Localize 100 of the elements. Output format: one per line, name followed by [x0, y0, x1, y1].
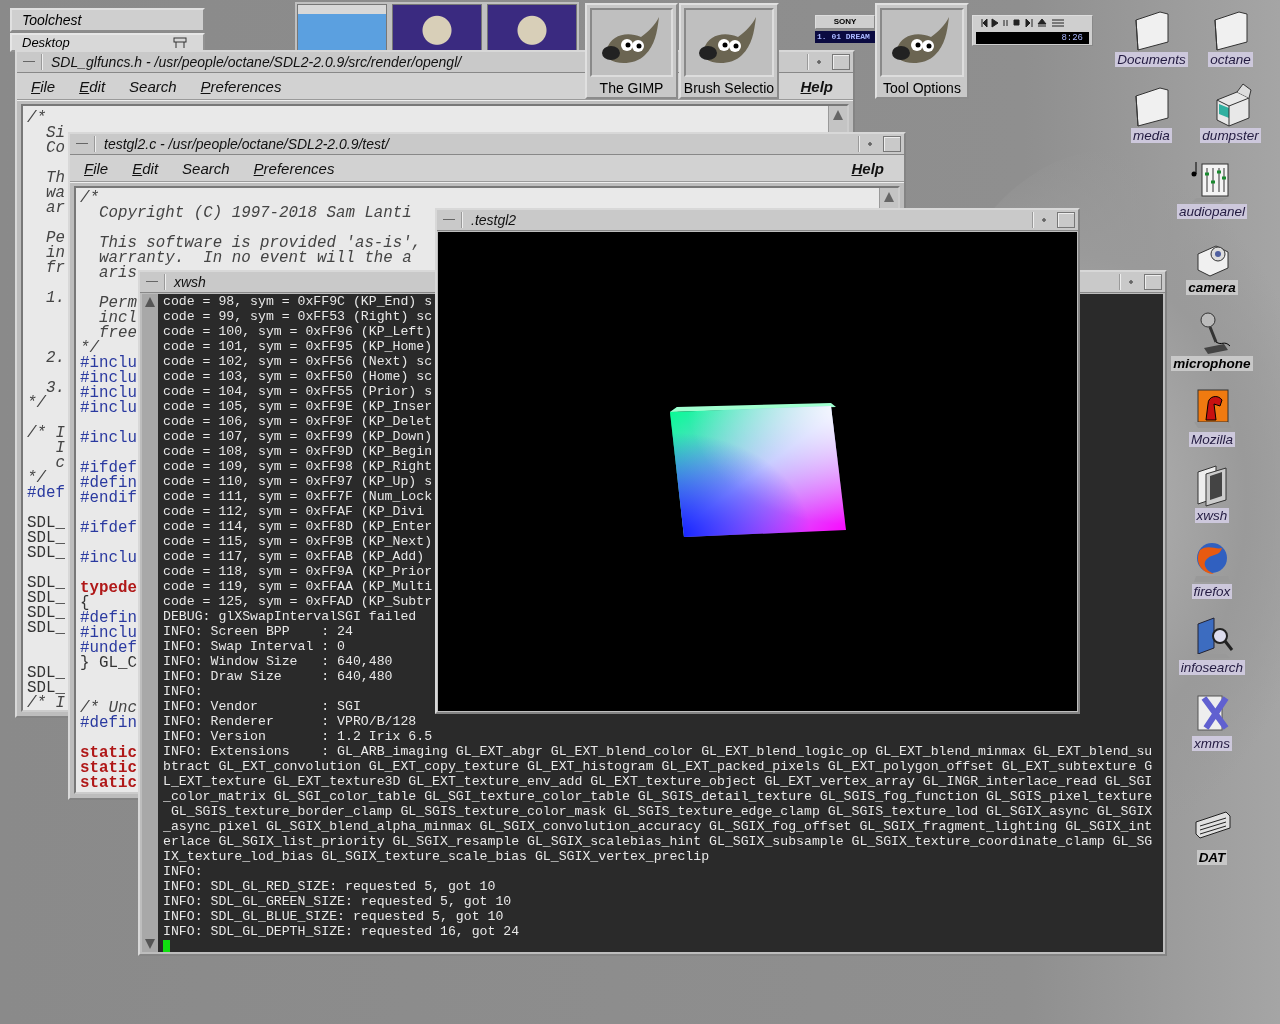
terminal-line: DEBUG: glXSwapIntervalSGI failed [163, 609, 417, 624]
code-line: #inclu [80, 371, 137, 386]
cd-player-brand: SONY [815, 15, 875, 29]
menu-item[interactable]: Preferences [253, 159, 335, 177]
code-line: This software is provided 'as-is', [97, 236, 422, 251]
terminal-line: INFO: Screen BPP : 24 [163, 624, 353, 639]
icon-label[interactable]: audiopanel [1176, 204, 1248, 219]
terminal-line: code = 100, sym = 0xFF96 (KP_Left) [163, 324, 433, 339]
code-line: #defin [80, 476, 137, 491]
window-title: .testgl2 [471, 212, 518, 228]
terminal-line: code = 110, sym = 0xFF97 (KP_Up) s [163, 474, 433, 489]
terminal-line: INFO: [163, 864, 203, 879]
terminal-line: INFO: SDL_GL_RED_SIZE: requested 5, got 10 [163, 879, 496, 894]
code-line: SDL_ [27, 576, 65, 591]
icon-label[interactable]: Documents [1115, 52, 1188, 67]
menu-item[interactable]: Edit [132, 159, 159, 177]
icon-label[interactable]: camera [1186, 280, 1238, 295]
menu-item[interactable]: File [31, 77, 56, 95]
terminal-line: INFO: SDL_GL_BLUE_SIZE: requested 5, got 10 [163, 909, 504, 924]
menu-item[interactable]: Preferences [200, 77, 282, 95]
terminal-line: IX_texture_lod_bias GL_SGIX_texture_scale_bias GL_SGIX_vertex_preclip [163, 849, 710, 864]
code-line: /* I [27, 426, 65, 441]
help-menu[interactable]: Help [800, 77, 833, 95]
code-line: in [44, 246, 65, 261]
icon-label[interactable]: dumpster [1200, 128, 1261, 143]
screen-thumbnail[interactable] [392, 4, 482, 52]
terminal-line: _async_pixel GL_SGIX_blend_alpha_minmax GL_SGIX_convolution_accuracy GL_SGIX_fog_offset GL_SGIX_fragment_lighting GL_SGIX_int [163, 819, 1153, 834]
maximize-button[interactable] [832, 54, 850, 70]
terminal-line: code = 106, sym = 0xFF9F (KP_Delet [163, 414, 433, 429]
maximize-button[interactable] [1057, 212, 1075, 228]
icon-label[interactable]: DAT [1196, 850, 1228, 865]
code-line: #defin [80, 716, 137, 731]
up-arrow-icon[interactable] [143, 296, 157, 308]
toolchest-menu-item[interactable]: Desktop [10, 33, 205, 52]
code-line: SDL_ [27, 591, 65, 606]
code-line: */ [27, 471, 46, 486]
maximize-button[interactable] [883, 136, 901, 152]
terminal-line: INFO: Renderer : VPRO/B/128 [163, 714, 417, 729]
code-line: SDL_ [27, 681, 65, 696]
terminal-line: code = 104, sym = 0xFF55 (Prior) s [163, 384, 433, 399]
terminal-line: INFO: Version : 1.2 Irix 6.5 [163, 729, 433, 744]
menu-item[interactable]: File [84, 159, 109, 177]
maximize-button[interactable] [1144, 274, 1162, 290]
window-title: SDL_glfuncs.h - /usr/people/octane/SDL2-2.0.9/src/render/opengl/ [51, 54, 464, 70]
code-line: #def [27, 486, 65, 501]
dialog-label: Tool Options [882, 80, 962, 97]
icon-label[interactable]: xwsh [1194, 508, 1230, 523]
screen-thumbnail[interactable] [487, 4, 577, 52]
screen-thumbnail[interactable] [297, 4, 387, 52]
terminal-line: code = 107, sym = 0xFF99 (KP_Down) [163, 429, 433, 444]
dialog-launcher[interactable]: The GIMP [585, 3, 678, 99]
icon-label[interactable]: infosearch [1178, 660, 1246, 675]
code-line: #ifdef [80, 521, 137, 536]
code-line: Pe [44, 231, 65, 246]
help-menu[interactable]: Help [851, 159, 884, 177]
icon-label[interactable]: xmms [1192, 736, 1232, 751]
icon-label[interactable]: octane [1208, 52, 1253, 67]
terminal-line: code = 114, sym = 0xFF8D (KP_Enter [163, 519, 433, 534]
up-arrow-icon[interactable] [831, 108, 845, 122]
terminal-line: code = 102, sym = 0xFF56 (Next) sc [163, 354, 433, 369]
code-line: ar [44, 201, 65, 216]
terminal-line: code = 103, sym = 0xFF50 (Home) sc [163, 369, 433, 384]
icon-label[interactable]: Mozilla [1189, 432, 1235, 447]
code-line: #ifdef [80, 461, 137, 476]
code-line: */ [80, 341, 99, 356]
code-line: warranty. In no event will the a [97, 251, 412, 266]
terminal-line: INFO: SDL_GL_DEPTH_SIZE: requested 16, got 24 [163, 924, 520, 939]
code-line: SDL_ [27, 621, 65, 636]
desk-icon [173, 36, 187, 49]
code-line: incl [97, 311, 137, 326]
code-line: } GL_C [80, 656, 137, 671]
code-line: /* I [27, 696, 65, 710]
down-arrow-icon[interactable] [143, 938, 157, 950]
menu-item[interactable]: Search [182, 159, 230, 177]
code-line: /* [80, 191, 99, 206]
icon-label[interactable]: firefox [1191, 584, 1233, 599]
terminal-line: INFO: [163, 684, 203, 699]
code-line: aris [97, 266, 137, 281]
icon-label[interactable]: microphone [1171, 356, 1253, 371]
code-line: */ [27, 396, 46, 411]
icon-label[interactable]: media [1131, 128, 1172, 143]
terminal-line: code = 109, sym = 0xFF98 (KP_Right [163, 459, 433, 474]
code-line: static [80, 761, 137, 776]
toolchest-title[interactable]: Toolchest [10, 8, 205, 32]
menu-item[interactable]: Edit [79, 77, 106, 95]
dialog-launcher[interactable]: Tool Options [875, 3, 969, 99]
code-line: #inclu [80, 551, 137, 566]
dialog-launcher[interactable]: Brush Selectio [679, 3, 779, 99]
code-line: typede [80, 581, 137, 596]
code-line: Si [44, 126, 65, 141]
terminal-line: code = 101, sym = 0xFF95 (KP_Home) [163, 339, 433, 354]
terminal-line: code = 112, sym = 0xFFAF (KP_Divi [163, 504, 425, 519]
code-line: #inclu [80, 626, 137, 641]
code-line: /* [27, 111, 46, 126]
menu-item[interactable]: Search [129, 77, 177, 95]
up-arrow-icon[interactable] [882, 190, 896, 204]
terminal-line: INFO: Extensions : GL_ARB_imaging GL_EXT_abgr GL_EXT_blend_color GL_EXT_blend_logic_op GL_EXT_blend_minmax GL_EXT_blend_su [163, 744, 1153, 759]
code-line: Copyright (C) 1997-2018 Sam Lanti [97, 206, 412, 221]
code-line: free [98, 326, 137, 341]
track-display: 1. 01 DREAM [815, 31, 875, 43]
